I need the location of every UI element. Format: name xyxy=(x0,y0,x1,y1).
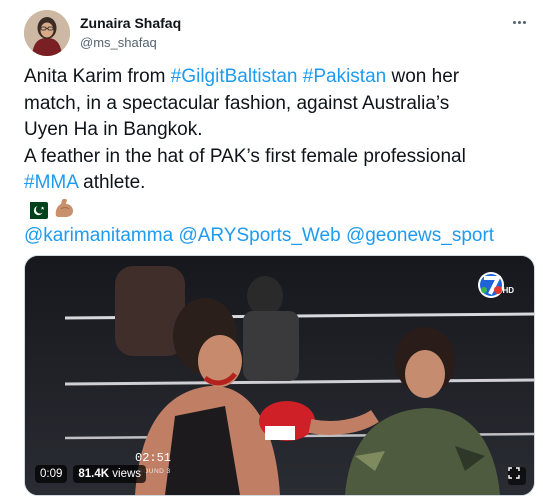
mention-arysports-web[interactable]: @ARYSports_Web xyxy=(178,225,340,246)
author-block[interactable]: Zunaira Shafaq @ms_shafaq xyxy=(80,14,181,51)
tweet-line-4: A feather in the hat of PAK’s first fema… xyxy=(24,145,466,167)
flexed-biceps-emoji xyxy=(56,198,74,217)
more-dots-icon[interactable] xyxy=(509,14,529,30)
tweet-line-5: #MMA athlete. xyxy=(24,170,529,197)
hashtag-mma[interactable]: #MMA xyxy=(24,172,78,193)
video-player[interactable]: HD 02:51 ROUND 3 0:09 81.4K views xyxy=(24,255,535,496)
hashtag-pakistan[interactable]: #Pakistan xyxy=(303,66,386,87)
video-frame xyxy=(25,256,534,495)
broadcast-clock: 02:51 xyxy=(135,451,172,465)
emoji-row xyxy=(24,197,529,223)
author-handle[interactable]: @ms_shafaq xyxy=(80,34,181,51)
tweet-text: Anita Karim from #GilgitBaltistan #Pakis… xyxy=(24,64,529,249)
mention-karimanitamma[interactable]: @karimanitamma xyxy=(24,225,173,246)
tweet-line-2: match, in a spectacular fashion, against… xyxy=(24,92,450,114)
author-avatar[interactable] xyxy=(24,10,70,56)
tweet-text-segment: won her xyxy=(386,66,460,87)
channel-badge: HD xyxy=(502,286,514,295)
view-count-label: views xyxy=(109,468,142,480)
view-count-value: 81.4K xyxy=(78,468,110,480)
mention-geonews-sport[interactable]: @geonews_sport xyxy=(346,225,494,246)
mentions-line: @karimanitamma @ARYSports_Web @geonews_s… xyxy=(24,223,529,250)
tweet-text-segment: athlete. xyxy=(77,172,146,193)
tweet-text-segment: Anita Karim from xyxy=(24,66,171,87)
tweet-card: Zunaira Shafaq @ms_shafaq Anita Karim fr… xyxy=(0,0,543,496)
hashtag-gilgitbaltistan[interactable]: #GilgitBaltistan xyxy=(171,66,298,87)
video-meta: 0:09 81.4K views xyxy=(35,465,147,483)
tweet-line-1: Anita Karim from #GilgitBaltistan #Pakis… xyxy=(24,64,529,91)
video-view-count: 81.4K views xyxy=(73,465,147,483)
video-elapsed-time: 0:09 xyxy=(35,465,68,483)
pakistan-flag-emoji xyxy=(24,201,48,219)
author-display-name[interactable]: Zunaira Shafaq xyxy=(80,14,181,32)
expand-icon[interactable] xyxy=(508,467,526,485)
tweet-line-3: Uyen Ha in Bangkok. xyxy=(24,119,203,140)
